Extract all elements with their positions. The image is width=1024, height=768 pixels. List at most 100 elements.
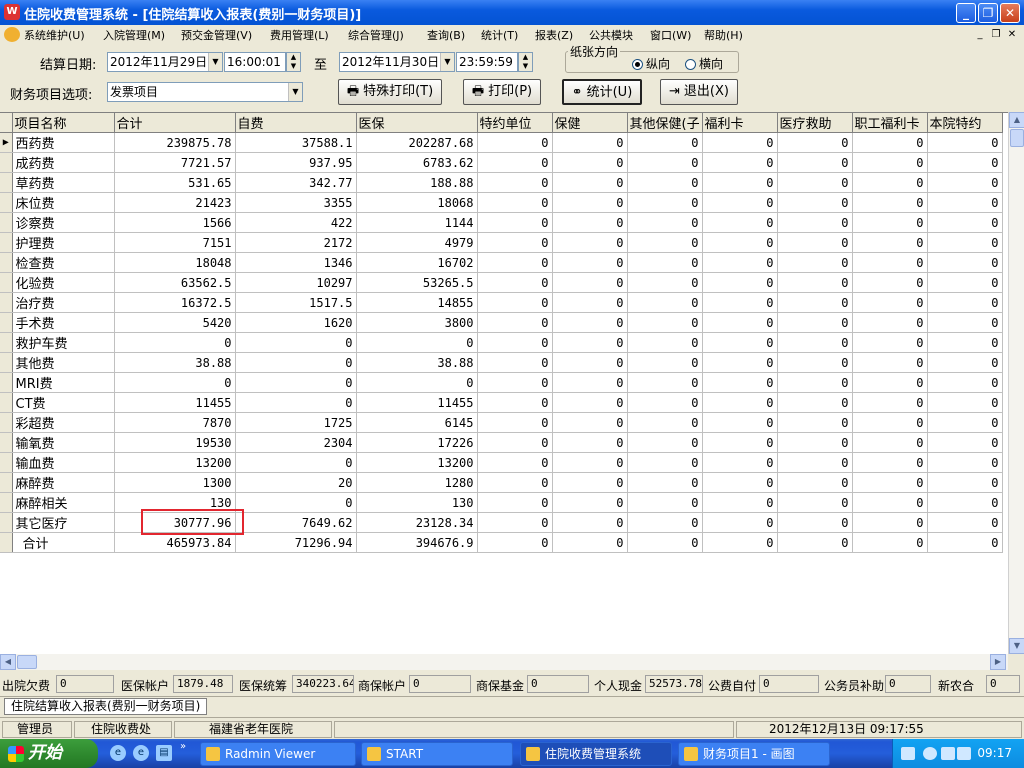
value-cell[interactable]: 0 (627, 392, 703, 413)
value-cell[interactable]: 0 (777, 332, 853, 353)
menu-window[interactable]: 窗口(W) (650, 27, 691, 43)
value-cell[interactable]: 0 (927, 132, 1003, 153)
value-cell[interactable]: 0 (627, 452, 703, 473)
value-cell[interactable]: 11455 (114, 392, 236, 413)
value-cell[interactable]: 30777.96 (114, 512, 236, 533)
value-cell[interactable]: 14855 (356, 292, 478, 313)
value-cell[interactable]: 0 (552, 212, 628, 233)
value-cell[interactable]: 0 (552, 452, 628, 473)
value-cell[interactable]: 53265.5 (356, 272, 478, 293)
value-cell[interactable]: 0 (852, 392, 928, 413)
value-cell[interactable]: 0 (702, 132, 778, 153)
value-cell[interactable]: 0 (627, 272, 703, 293)
value-cell[interactable]: 0 (777, 232, 853, 253)
value-cell[interactable]: 4979 (356, 232, 478, 253)
landscape-radio[interactable]: 横向 (685, 55, 723, 72)
value-cell[interactable]: 0 (114, 332, 236, 353)
table-row[interactable]: 输血费 13200 0 13200 0 0 0 0 0 0 0 (0, 452, 1003, 473)
mdi-close-button[interactable]: ✕ (1004, 28, 1020, 42)
value-cell[interactable]: 0 (702, 152, 778, 173)
stats-button[interactable]: ⚭ 统计(U) (562, 79, 642, 105)
row-indicator[interactable] (0, 192, 13, 213)
row-indicator[interactable] (0, 472, 13, 493)
item-name-cell[interactable]: 其他费 (12, 352, 115, 373)
value-cell[interactable]: 7721.57 (114, 152, 236, 173)
value-cell[interactable]: 0 (114, 372, 236, 393)
value-cell[interactable]: 0 (552, 192, 628, 213)
value-cell[interactable]: 0 (552, 352, 628, 373)
table-row[interactable]: 治疗费 16372.5 1517.5 14855 0 0 0 0 0 0 0 (0, 292, 1003, 313)
column-header[interactable]: 医保 (356, 113, 478, 133)
value-cell[interactable]: 0 (356, 332, 478, 353)
value-cell[interactable]: 7870 (114, 412, 236, 433)
value-cell[interactable]: 16372.5 (114, 292, 236, 313)
item-name-cell[interactable]: 输血费 (12, 452, 115, 473)
browser-icon[interactable]: e (133, 745, 149, 761)
value-cell[interactable]: 10297 (235, 272, 357, 293)
value-cell[interactable]: 0 (702, 452, 778, 473)
value-cell[interactable]: 6783.62 (356, 152, 478, 173)
value-cell[interactable]: 1144 (356, 212, 478, 233)
value-cell[interactable]: 0 (477, 232, 553, 253)
value-cell[interactable]: 0 (627, 292, 703, 313)
row-indicator[interactable] (0, 312, 13, 333)
item-name-cell[interactable]: 合计 (12, 532, 115, 553)
table-row[interactable]: CT费 11455 0 11455 0 0 0 0 0 0 0 (0, 392, 1003, 413)
menu-admission[interactable]: 入院管理(M) (103, 27, 165, 43)
value-cell[interactable]: 0 (702, 272, 778, 293)
column-header[interactable]: 自费 (235, 113, 357, 133)
table-row[interactable]: 手术费 5420 1620 3800 0 0 0 0 0 0 0 (0, 312, 1003, 333)
value-cell[interactable]: 0 (627, 432, 703, 453)
value-cell[interactable]: 0 (477, 132, 553, 153)
finance-item-select[interactable]: 发票项目 ▼ (107, 82, 303, 102)
value-cell[interactable]: 3355 (235, 192, 357, 213)
value-cell[interactable]: 0 (927, 312, 1003, 333)
value-cell[interactable]: 0 (852, 452, 928, 473)
value-cell[interactable]: 0 (927, 192, 1003, 213)
value-cell[interactable]: 5420 (114, 312, 236, 333)
desktop-icon[interactable]: ▤ (156, 745, 172, 761)
value-cell[interactable]: 0 (777, 312, 853, 333)
value-cell[interactable]: 0 (477, 212, 553, 233)
value-cell[interactable]: 0 (927, 452, 1003, 473)
row-indicator[interactable] (0, 532, 13, 553)
item-name-cell[interactable]: 化验费 (12, 272, 115, 293)
start-time-spinner[interactable]: ▲ ▼ (286, 52, 301, 72)
value-cell[interactable]: 1280 (356, 472, 478, 493)
column-header[interactable]: 福利卡 (702, 113, 778, 133)
value-cell[interactable]: 0 (927, 352, 1003, 373)
value-cell[interactable]: 0 (852, 372, 928, 393)
value-cell[interactable]: 0 (777, 392, 853, 413)
value-cell[interactable]: 0 (702, 532, 778, 553)
value-cell[interactable]: 1566 (114, 212, 236, 233)
item-name-cell[interactable]: 救护车费 (12, 332, 115, 353)
value-cell[interactable]: 0 (552, 152, 628, 173)
row-indicator[interactable] (0, 412, 13, 433)
value-cell[interactable]: 0 (477, 312, 553, 333)
scroll-up-icon[interactable]: ▲ (1009, 112, 1024, 128)
value-cell[interactable]: 0 (927, 532, 1003, 553)
exit-button[interactable]: ⇥ 退出(X) (660, 79, 738, 105)
value-cell[interactable]: 0 (552, 372, 628, 393)
item-name-cell[interactable]: 输氧费 (12, 432, 115, 453)
item-name-cell[interactable]: 护理费 (12, 232, 115, 253)
value-cell[interactable]: 0 (927, 232, 1003, 253)
value-cell[interactable]: 0 (477, 432, 553, 453)
value-cell[interactable]: 0 (627, 372, 703, 393)
mdi-restore-button[interactable]: ❐ (988, 28, 1004, 42)
value-cell[interactable]: 0 (852, 252, 928, 273)
value-cell[interactable]: 0 (235, 352, 357, 373)
table-row[interactable]: MRI费 0 0 0 0 0 0 0 0 0 0 (0, 372, 1003, 393)
value-cell[interactable]: 0 (477, 192, 553, 213)
value-cell[interactable]: 0 (627, 172, 703, 193)
scroll-right-icon[interactable]: ▶ (990, 654, 1006, 670)
value-cell[interactable]: 0 (927, 172, 1003, 193)
value-cell[interactable]: 0 (627, 492, 703, 513)
value-cell[interactable]: 0 (552, 512, 628, 533)
value-cell[interactable]: 0 (477, 392, 553, 413)
value-cell[interactable]: 0 (235, 492, 357, 513)
value-cell[interactable]: 17226 (356, 432, 478, 453)
value-cell[interactable]: 188.88 (356, 172, 478, 193)
value-cell[interactable]: 0 (477, 372, 553, 393)
minimize-button[interactable]: _ (956, 3, 976, 23)
